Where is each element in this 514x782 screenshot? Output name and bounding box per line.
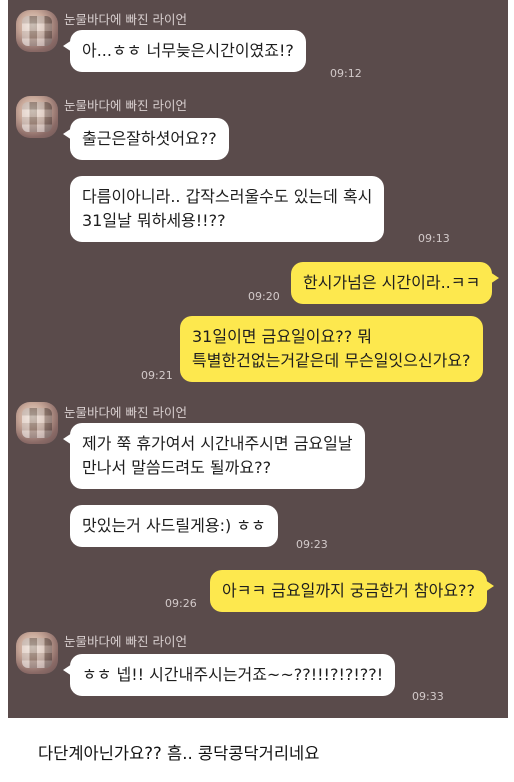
message-bubble-received[interactable]: 다름이아니라.. 갑작스러울수도 있는데 혹시 31일날 뭐하세용!!?? (70, 176, 385, 242)
sender-name: 눈물바다에 빠진 라이언 (64, 634, 187, 649)
message-bubble-sent[interactable]: 한시가넘은 시간이라..ㅋㅋ (291, 262, 500, 304)
message-timestamp: 09:33 (412, 690, 444, 703)
chat-window: 눈물바다에 빠진 라이언 아...ㅎㅎ 너무늦은시간이였죠!? 09:12 눈물… (8, 0, 508, 718)
sender-name: 눈물바다에 빠진 라이언 (64, 98, 187, 113)
message-timestamp: 09:20 (248, 290, 280, 303)
message-bubble-received[interactable]: 아...ㅎㅎ 너무늦은시간이였죠!? (63, 30, 306, 72)
message-timestamp: 09:26 (165, 597, 197, 610)
post-caption: 다단계아닌가요?? 흠.. 콩닥콩닥거리네요 (38, 744, 320, 763)
sender-avatar[interactable] (16, 632, 58, 674)
message-timestamp: 09:21 (141, 369, 173, 382)
sender-name: 눈물바다에 빠진 라이언 (64, 12, 187, 27)
message-bubble-received[interactable]: 출근은잘하셧어요?? (63, 118, 229, 160)
message-bubble-received[interactable]: ㅎㅎ 넵!! 시간내주시는거죠~~??!!!?!?!??! (62, 654, 396, 696)
message-timestamp: 09:23 (296, 538, 328, 551)
message-bubble-sent[interactable]: 아ㅋㅋ 금요일까지 궁금한거 참아요?? (210, 570, 495, 612)
sender-avatar[interactable] (16, 402, 58, 444)
message-bubble-received[interactable]: 제가 쭉 휴가여서 시간내주시면 금요일날 만나서 말씀드려도 될까요?? (63, 423, 365, 489)
message-bubble-sent[interactable]: 31일이면 금요일이요?? 뭐 특별한건없는거같은데 무슨일잇으신가요? (180, 316, 483, 382)
sender-avatar[interactable] (16, 96, 58, 138)
message-timestamp: 09:13 (418, 232, 450, 245)
sender-name: 눈물바다에 빠진 라이언 (64, 405, 187, 420)
message-bubble-received[interactable]: 맛있는거 사드릴게용:) ㅎㅎ (70, 505, 278, 547)
message-timestamp: 09:12 (330, 67, 362, 80)
sender-avatar[interactable] (16, 10, 58, 52)
